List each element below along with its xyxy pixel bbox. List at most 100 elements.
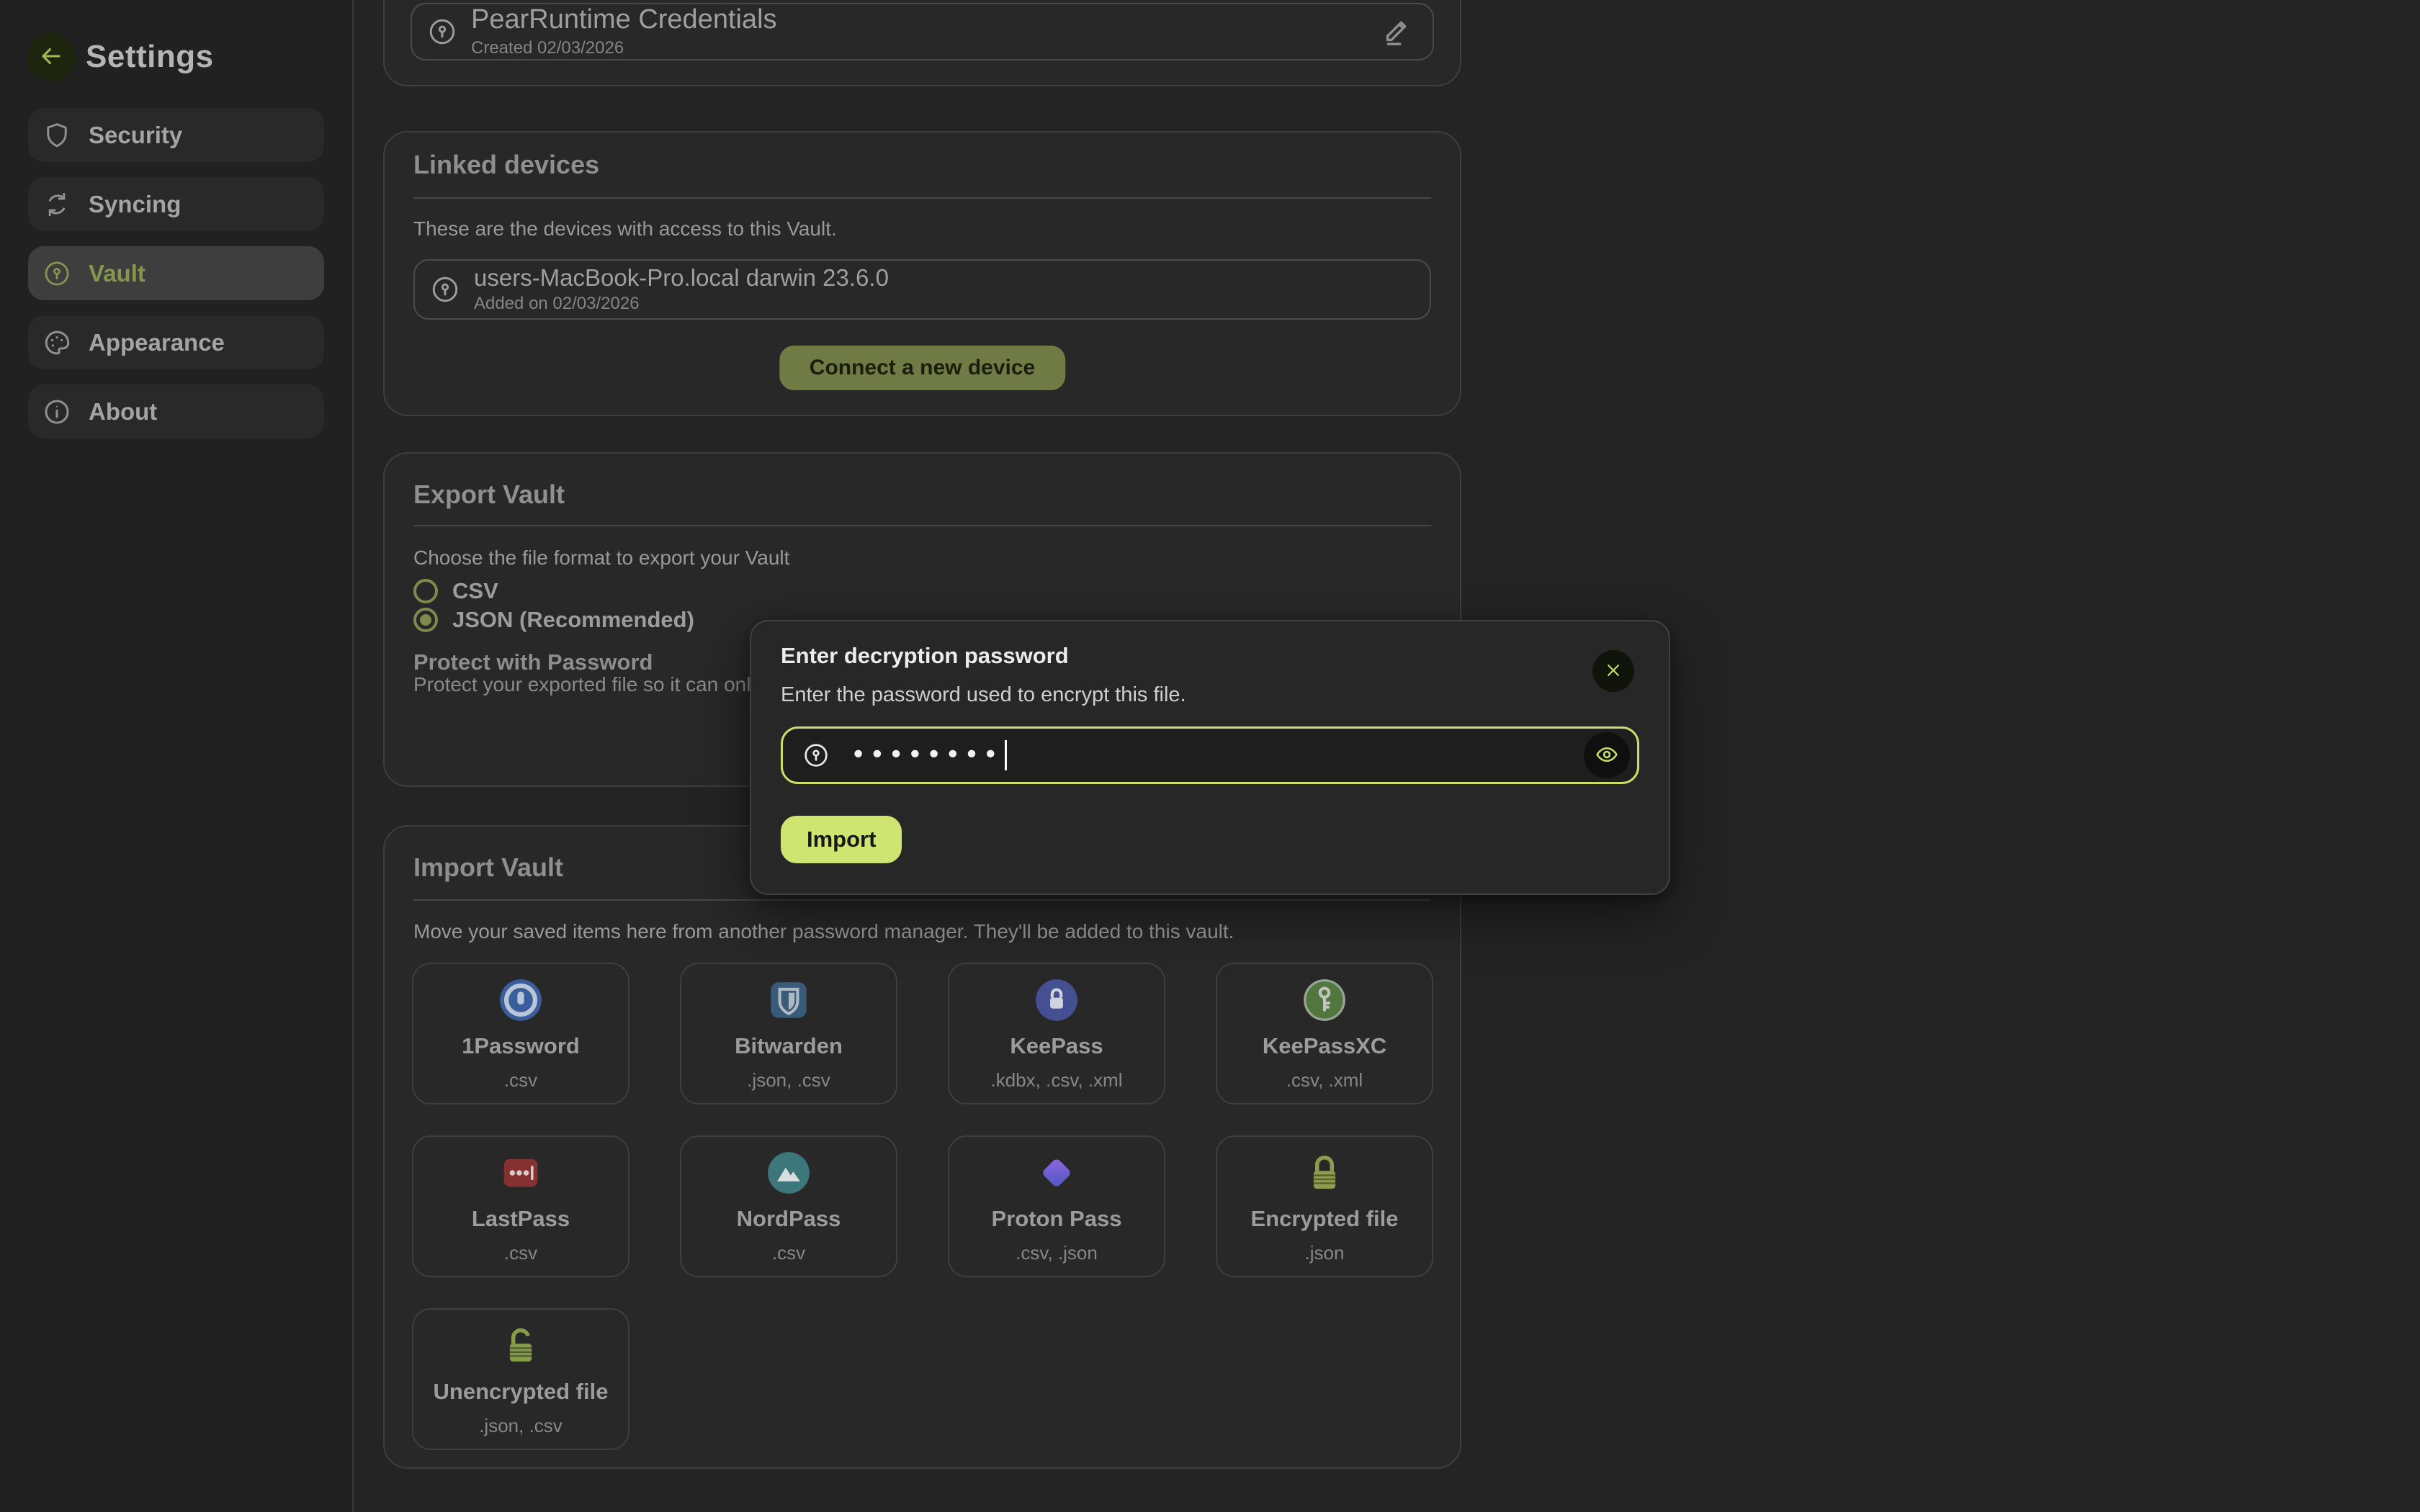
password-input[interactable]: •••••••• bbox=[781, 726, 1639, 784]
section-divider bbox=[413, 899, 1431, 901]
info-icon bbox=[41, 396, 73, 428]
import-sources-grid: 1Password .csv Bitwarden .json, .csv Kee… bbox=[412, 963, 1433, 1450]
import-source-keepassxc[interactable]: KeePassXC .csv, .xml bbox=[1216, 963, 1433, 1104]
credential-card: PearRuntime Credentials Created 02/03/20… bbox=[383, 0, 1461, 86]
device-item: users-MacBook-Pro.local darwin 23.6.0 Ad… bbox=[413, 259, 1431, 320]
onepassword-icon bbox=[496, 976, 545, 1025]
sidebar-item-appearance[interactable]: Appearance bbox=[28, 315, 324, 369]
keepassxc-icon bbox=[1300, 976, 1349, 1025]
import-source-1password[interactable]: 1Password .csv bbox=[412, 963, 629, 1104]
import-button[interactable]: Import bbox=[781, 816, 902, 863]
import-source-nordpass[interactable]: NordPass .csv bbox=[680, 1135, 897, 1277]
import-vault-description: Move your saved items here from another … bbox=[413, 920, 1234, 943]
import-source-formats: .json bbox=[1305, 1242, 1345, 1264]
protonpass-icon bbox=[1032, 1148, 1081, 1197]
linked-devices-card: Linked devices These are the devices wit… bbox=[383, 131, 1461, 416]
modal-description: Enter the password used to encrypt this … bbox=[781, 683, 1186, 707]
import-source-formats: .csv, .json bbox=[1016, 1242, 1098, 1264]
import-source-name: Bitwarden bbox=[735, 1033, 843, 1059]
modal-title: Enter decryption password bbox=[781, 643, 1069, 669]
password-dots: •••••••• bbox=[851, 742, 1002, 768]
import-source-name: 1Password bbox=[462, 1033, 580, 1059]
decryption-password-modal: Enter decryption password Enter the pass… bbox=[750, 620, 1670, 895]
key-icon bbox=[426, 16, 458, 48]
import-source-name: NordPass bbox=[737, 1206, 841, 1232]
linked-devices-description: These are the devices with access to thi… bbox=[413, 217, 837, 240]
sidebar-item-label: Vault bbox=[89, 260, 145, 287]
page-title: Settings bbox=[86, 39, 214, 75]
connect-new-device-button[interactable]: Connect a new device bbox=[779, 346, 1065, 390]
import-source-formats: .csv bbox=[504, 1069, 537, 1092]
sidebar: Settings Security Syncing Vault Appearan… bbox=[0, 0, 352, 1512]
bitwarden-icon bbox=[764, 976, 813, 1025]
sidebar-item-about[interactable]: About bbox=[28, 384, 324, 438]
sidebar-header: Settings bbox=[27, 32, 214, 81]
import-source-encrypted-file[interactable]: Encrypted file .json bbox=[1216, 1135, 1433, 1277]
sync-icon bbox=[41, 189, 73, 220]
section-divider bbox=[413, 197, 1431, 199]
import-source-unencrypted-file[interactable]: Unencrypted file .json, .csv bbox=[412, 1308, 629, 1450]
device-added: Added on 02/03/2026 bbox=[474, 294, 889, 314]
key-icon bbox=[429, 274, 461, 305]
reveal-password-button[interactable] bbox=[1584, 732, 1630, 778]
import-source-formats: .csv, .xml bbox=[1286, 1069, 1363, 1092]
import-source-formats: .csv bbox=[772, 1242, 805, 1264]
sidebar-item-syncing[interactable]: Syncing bbox=[28, 177, 324, 231]
shield-icon bbox=[41, 120, 73, 151]
import-source-name: KeePassXC bbox=[1263, 1033, 1386, 1059]
device-text: users-MacBook-Pro.local darwin 23.6.0 Ad… bbox=[474, 265, 889, 314]
export-format-option-json-recommended-[interactable]: JSON (Recommended) bbox=[413, 606, 694, 634]
nordpass-icon bbox=[764, 1148, 813, 1197]
back-button[interactable] bbox=[27, 32, 76, 81]
sidebar-item-label: Appearance bbox=[89, 329, 225, 356]
lock-open-icon bbox=[496, 1321, 545, 1370]
sidebar-item-security[interactable]: Security bbox=[28, 108, 324, 162]
radio-option-label: CSV bbox=[452, 578, 498, 604]
import-source-proton-pass[interactable]: Proton Pass .csv, .json bbox=[948, 1135, 1165, 1277]
arrow-left-icon bbox=[37, 42, 65, 72]
import-source-name: Proton Pass bbox=[992, 1206, 1122, 1232]
import-vault-card: Import Vault Move your saved items here … bbox=[383, 825, 1461, 1469]
import-source-name: Unencrypted file bbox=[434, 1379, 609, 1405]
credential-title: PearRuntime Credentials bbox=[471, 5, 777, 35]
lock-closed-icon bbox=[1300, 1148, 1349, 1197]
radio-icon bbox=[413, 608, 438, 632]
key-circle-icon bbox=[41, 258, 73, 289]
key-icon bbox=[802, 741, 830, 770]
credential-created: Created 02/03/2026 bbox=[471, 38, 777, 58]
sidebar-item-vault[interactable]: Vault bbox=[28, 246, 324, 300]
close-modal-button[interactable] bbox=[1592, 650, 1634, 692]
import-source-formats: .json, .csv bbox=[479, 1415, 563, 1437]
credential-item: PearRuntime Credentials Created 02/03/20… bbox=[411, 3, 1434, 60]
import-vault-heading: Import Vault bbox=[413, 852, 563, 883]
sidebar-menu: Security Syncing Vault Appearance About bbox=[28, 108, 324, 438]
edit-credential-button[interactable] bbox=[1376, 12, 1417, 52]
protect-with-password-heading: Protect with Password bbox=[413, 649, 653, 675]
radio-option-label: JSON (Recommended) bbox=[452, 607, 694, 633]
import-source-bitwarden[interactable]: Bitwarden .json, .csv bbox=[680, 963, 897, 1104]
import-source-formats: .kdbx, .csv, .xml bbox=[991, 1069, 1123, 1092]
device-name: users-MacBook-Pro.local darwin 23.6.0 bbox=[474, 265, 889, 291]
export-vault-heading: Export Vault bbox=[413, 480, 565, 510]
close-icon bbox=[1603, 660, 1624, 683]
credential-text: PearRuntime Credentials Created 02/03/20… bbox=[471, 5, 777, 58]
radio-icon bbox=[413, 579, 438, 603]
lastpass-icon bbox=[496, 1148, 545, 1197]
sidebar-item-label: About bbox=[89, 398, 157, 426]
import-source-name: Encrypted file bbox=[1251, 1206, 1399, 1232]
import-source-formats: .csv bbox=[504, 1242, 537, 1264]
import-source-name: LastPass bbox=[472, 1206, 570, 1232]
export-format-option-csv[interactable]: CSV bbox=[413, 577, 498, 605]
import-source-keepass[interactable]: KeePass .kdbx, .csv, .xml bbox=[948, 963, 1165, 1104]
protect-with-password-description: Protect your exported file so it can onl… bbox=[413, 673, 789, 696]
palette-icon bbox=[41, 327, 73, 359]
text-cursor bbox=[1005, 740, 1007, 770]
export-format-description: Choose the file format to export your Va… bbox=[413, 546, 789, 570]
pencil-icon bbox=[1380, 14, 1413, 50]
import-source-name: KeePass bbox=[1010, 1033, 1103, 1059]
import-source-lastpass[interactable]: LastPass .csv bbox=[412, 1135, 629, 1277]
section-divider bbox=[413, 525, 1431, 526]
sidebar-item-label: Security bbox=[89, 122, 182, 149]
eye-icon bbox=[1595, 742, 1619, 769]
sidebar-item-label: Syncing bbox=[89, 191, 181, 218]
